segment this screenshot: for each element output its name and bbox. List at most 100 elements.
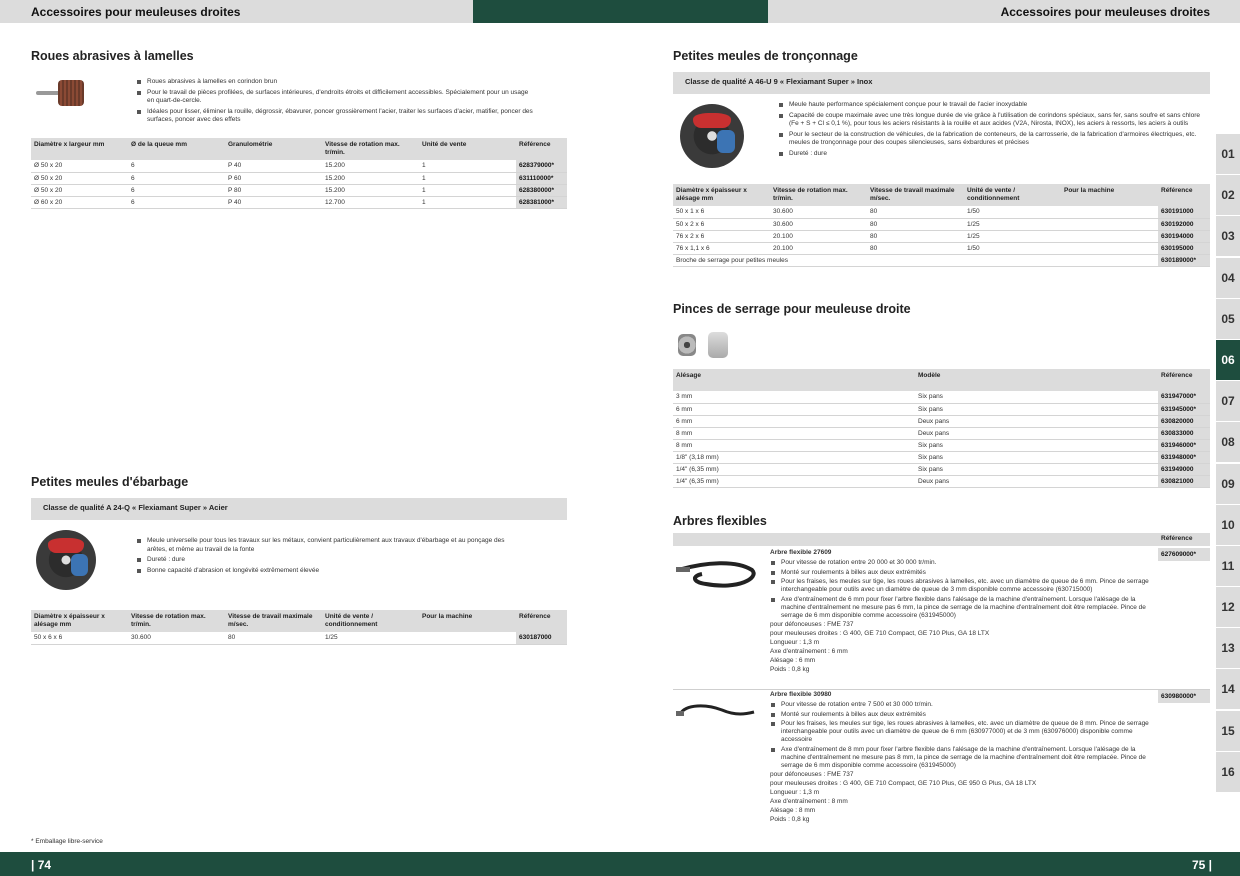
header-center-band: [473, 0, 768, 23]
table-cell: [419, 632, 516, 645]
bullet: Roues abrasives à lamelles en corindon b…: [136, 78, 536, 87]
grinding-disc-image: [36, 530, 96, 590]
reference-cell: 630821000: [1158, 475, 1210, 488]
table-cell: 12.700: [322, 196, 419, 209]
tab-chapter-01[interactable]: 01: [1216, 134, 1240, 174]
bullet: Axe d'entraînement de 8 mm pour fixer l'…: [770, 746, 1160, 770]
page-number-right: 75 |: [1191, 858, 1212, 872]
table-cell: 1: [419, 184, 516, 197]
ebarbage-bullets: Meule universelle pour tous les travaux …: [136, 537, 516, 577]
tab-chapter-14[interactable]: 14: [1216, 669, 1240, 710]
bullet: Pour le travail de pièces profilées, de …: [136, 89, 536, 106]
tab-chapter-07[interactable]: 07: [1216, 381, 1240, 422]
table-cell: 3 mm: [673, 391, 915, 404]
col-header: Vitesse de travail maximale m/sec.: [225, 610, 322, 632]
arbre-ref: 630980000*: [1158, 690, 1210, 703]
header-title-left: Accessoires pour meuleuses droites: [31, 5, 241, 19]
arbre-ref: 627609000*: [1158, 548, 1210, 561]
col-header: Référence: [516, 138, 567, 160]
table-cell: 76 x 2 x 6: [673, 230, 770, 243]
table-cell: 20.100: [770, 230, 867, 243]
tab-chapter-16[interactable]: 16: [1216, 751, 1240, 792]
table-row: Ø 50 x 20 6 P 80 15.200 1 628380000*: [31, 184, 567, 197]
col-header: Référence: [1158, 184, 1210, 206]
col-header: Vitesse de rotation max. tr/min.: [770, 184, 867, 206]
tab-chapter-12[interactable]: 12: [1216, 587, 1240, 628]
table-cell: Six pans: [915, 463, 1158, 476]
footnote: * Emballage libre-service: [31, 838, 103, 845]
reference-cell: 628379000*: [516, 160, 567, 173]
table-cell: 6: [128, 196, 225, 209]
tab-chapter-06[interactable]: 06: [1216, 339, 1240, 380]
spec-line: Alésage : 8 mm: [770, 807, 816, 814]
table-cell: 1: [419, 160, 516, 173]
cutting-disc-image: [680, 104, 744, 168]
tab-chapter-15[interactable]: 15: [1216, 710, 1240, 751]
header-title-right: Accessoires pour meuleuses droites: [1000, 5, 1210, 19]
top-header-bar: Accessoires pour meuleuses droites Acces…: [0, 0, 1240, 23]
tab-chapter-13[interactable]: 13: [1216, 628, 1240, 669]
table-cell: 80: [867, 230, 964, 243]
reference-cell: 630820000: [1158, 415, 1210, 428]
flap-wheel-head: [58, 80, 84, 106]
spec-line: Axe d'entraînement : 8 mm: [770, 798, 848, 805]
tab-chapter-03[interactable]: 03: [1216, 216, 1240, 257]
reference-cell: 631945000*: [1158, 403, 1210, 416]
table-row: 1/4" (6,35 mm) Six pans 631949000: [673, 463, 1210, 476]
tab-chapter-02[interactable]: 02: [1216, 175, 1240, 216]
tab-chapter-04[interactable]: 04: [1216, 257, 1240, 298]
table-row: 8 mm Six pans 631946000*: [673, 439, 1210, 452]
bullet: Meule universelle pour tous les travaux …: [136, 537, 516, 554]
spec-line: Axe d'entraînement : 6 mm: [770, 648, 848, 655]
table-cell: 6 mm: [673, 403, 915, 416]
table-cell: Ø 50 x 20: [31, 172, 128, 185]
roues-bullets: Roues abrasives à lamelles en corindon b…: [136, 78, 536, 127]
table-cell: 30.600: [128, 632, 225, 645]
col-header: Pour la machine: [1061, 184, 1158, 206]
extra-ref: 630189000*: [1158, 254, 1210, 267]
col-header: Granulométrie: [225, 138, 322, 160]
flap-wheel-shaft: [36, 91, 60, 95]
table-cell: 30.600: [770, 218, 867, 231]
reference-cell: 631946000*: [1158, 439, 1210, 452]
tab-chapter-10[interactable]: 10: [1216, 504, 1240, 545]
table-cell: 1/25: [964, 218, 1061, 231]
reference-cell: 631947000*: [1158, 391, 1210, 404]
section-title-pinces: Pinces de serrage pour meuleuse droite: [673, 302, 911, 316]
tab-chapter-08[interactable]: 08: [1216, 422, 1240, 463]
tronconnage-bullets: Meule haute performance spécialement con…: [778, 101, 1206, 161]
tab-chapter-05[interactable]: 05: [1216, 298, 1240, 339]
tab-chapter-11[interactable]: 11: [1216, 545, 1240, 586]
section-title-ebarbage: Petites meules d'ébarbage: [31, 475, 189, 489]
reference-cell: 628380000*: [516, 184, 567, 197]
table-row: Ø 50 x 20 6 P 60 15.200 1 631110000*: [31, 172, 567, 185]
table-row: Ø 50 x 20 6 P 40 15.200 1 628379000*: [31, 160, 567, 173]
table-cell: 1/8" (3,18 mm): [673, 451, 915, 464]
table-cell: 1: [419, 172, 516, 185]
table-cell: 50 x 6 x 6: [31, 632, 128, 645]
bullet: Pour le secteur de la construction de vé…: [778, 131, 1206, 148]
col-header: Unité de vente / conditionnement: [964, 184, 1061, 206]
table-row: 6 mm Six pans 631945000*: [673, 403, 1210, 416]
ebarbage-table: Diamètre x épaisseur x alésage mm Vitess…: [31, 610, 567, 645]
bullet: Dureté : dure: [136, 556, 516, 565]
table-cell: 8 mm: [673, 439, 915, 452]
bottom-footer-bar: | 74 75 |: [0, 852, 1240, 876]
bullet: Dureté : dure: [778, 150, 1206, 159]
table-cell: 15.200: [322, 184, 419, 197]
roues-table: Diamètre x largeur mm Ø de la queue mm G…: [31, 138, 567, 209]
spec-line: pour défonceuses : FME 737: [770, 621, 854, 628]
col-header: Modèle: [915, 369, 1158, 391]
extra-label: Broche de serrage pour petites meules: [673, 254, 1158, 267]
arbres-ref-header: Référence: [1161, 535, 1193, 542]
bullet: Pour vitesse de rotation entre 7 500 et …: [770, 701, 1160, 709]
table-cell: 50 x 1 x 6: [673, 206, 770, 219]
arbre-name: Arbre flexible 27609: [770, 549, 832, 556]
col-header: Diamètre x largeur mm: [31, 138, 128, 160]
table-cell: 80: [867, 218, 964, 231]
reference-cell: 631948000*: [1158, 451, 1210, 464]
reference-cell: 630195000: [1158, 242, 1210, 255]
tab-chapter-09[interactable]: 09: [1216, 463, 1240, 504]
col-header: Diamètre x épaisseur x alésage mm: [31, 610, 128, 632]
table-row: 50 x 2 x 6 30.600 80 1/25 630192000: [673, 218, 1210, 231]
